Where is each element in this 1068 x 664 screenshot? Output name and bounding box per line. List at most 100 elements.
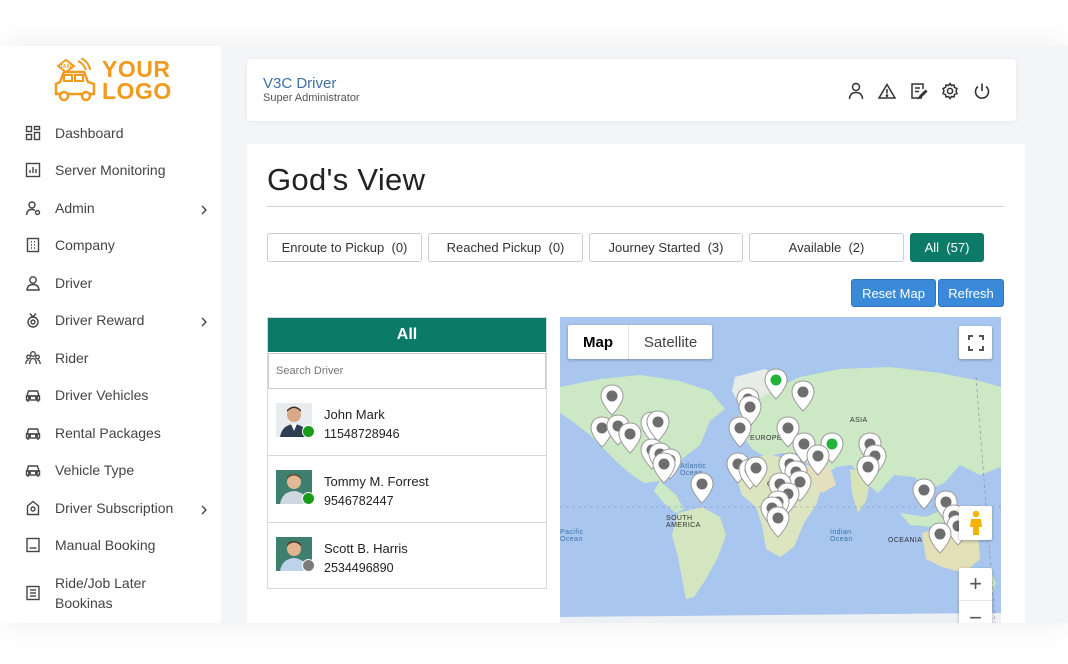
status-dot <box>302 559 315 572</box>
zoom-out-button[interactable]: − <box>959 601 992 624</box>
map-pin[interactable] <box>928 522 952 554</box>
zoom-in-button[interactable]: + <box>959 568 992 601</box>
logo-text: YOUR LOGO <box>102 58 172 104</box>
sidebar-item-label: Admin <box>55 200 95 216</box>
chevron-right-icon <box>200 202 208 220</box>
map-pin[interactable] <box>652 452 676 484</box>
filter-label: Journey Started <box>608 240 701 255</box>
booking-icon <box>24 536 42 554</box>
profile-icon[interactable] <box>846 81 866 101</box>
filter-count: (0) <box>391 240 408 255</box>
driver-row[interactable]: Scott B. Harris 2534496890 <box>268 524 546 590</box>
car-icon <box>24 386 42 404</box>
driver-phone: 11548728946 <box>324 427 400 441</box>
driver-phone: 2534496890 <box>324 561 394 575</box>
fullscreen-icon[interactable] <box>959 326 992 359</box>
refresh-button[interactable]: Refresh <box>938 279 1004 307</box>
sidebar-item-label: Rental Packages <box>55 425 161 441</box>
filter-label: All <box>924 240 940 255</box>
driver-name: Scott B. Harris <box>324 541 408 556</box>
zoom-controls: + − <box>959 568 992 623</box>
chevron-right-icon <box>200 502 208 520</box>
subscription-icon <box>24 499 42 517</box>
user-icon <box>24 274 42 292</box>
settings-icon[interactable] <box>940 81 960 101</box>
search-driver-input[interactable] <box>268 353 546 389</box>
reward-icon <box>24 311 42 329</box>
map-pin-available[interactable] <box>764 368 788 400</box>
sidebar-item-label: Dashboard <box>55 125 124 141</box>
logo-line2: LOGO <box>102 78 172 104</box>
sidebar-item-server-monitoring[interactable]: Server Monitoring <box>24 155 214 185</box>
filter-label: Available <box>788 240 842 255</box>
filter-available[interactable]: Available (2) <box>749 233 904 262</box>
app-frame: TAXI YOUR LOGO Dashboard Server Monitori… <box>0 46 1068 623</box>
map-pin[interactable] <box>856 455 880 487</box>
filter-count: (2) <box>848 240 865 255</box>
edit-icon[interactable] <box>909 81 929 101</box>
sidebar-item-rental-packages[interactable]: Rental Packages <box>24 418 214 448</box>
filter-journey-started[interactable]: Journey Started (3) <box>589 233 743 262</box>
filter-count: (3) <box>707 240 724 255</box>
sidebar-item-driver-subscription[interactable]: Driver Subscription <box>24 493 214 523</box>
alert-icon[interactable] <box>877 81 897 101</box>
filter-count: (57) <box>946 240 970 255</box>
taxi-logo-icon: TAXI <box>54 58 96 102</box>
map-type-toggle: Map Satellite <box>568 325 712 359</box>
driver-list-header: All <box>268 318 546 352</box>
sidebar-item-manual-booking[interactable]: Manual Booking <box>24 530 214 560</box>
filter-label: Enroute to Pickup <box>281 240 385 255</box>
filter-enroute-to-pickup[interactable]: Enroute to Pickup (0) <box>267 233 422 262</box>
car-icon <box>24 461 42 479</box>
admin-icon <box>24 199 42 217</box>
filter-all[interactable]: All (57) <box>910 233 984 262</box>
sidebar: TAXI YOUR LOGO Dashboard Server Monitori… <box>0 46 221 623</box>
sidebar-item-rider[interactable]: Rider <box>24 343 214 373</box>
filter-count: (0) <box>548 240 565 255</box>
street-view-pegman-icon[interactable] <box>959 506 992 540</box>
sidebar-item-driver-vehicles[interactable]: Driver Vehicles <box>24 380 214 410</box>
sidebar-item-ride-job-later[interactable]: Ride/Job Later Bookinas <box>24 573 214 613</box>
filter-reached-pickup[interactable]: Reached Pickup (0) <box>428 233 583 262</box>
sidebar-item-label-line2: Bookinas <box>55 595 113 611</box>
sidebar-item-label: Vehicle Type <box>55 462 135 478</box>
map-pin[interactable] <box>690 472 714 504</box>
map-pin[interactable] <box>806 444 830 476</box>
sidebar-item-admin[interactable]: Admin <box>24 193 214 223</box>
power-icon[interactable] <box>972 81 992 101</box>
sidebar-item-driver[interactable]: Driver <box>24 268 214 298</box>
map-pin[interactable] <box>766 506 790 538</box>
sidebar-item-label: Driver Subscription <box>55 500 174 516</box>
sidebar-item-vehicle-type[interactable]: Vehicle Type <box>24 455 214 485</box>
list-icon <box>24 584 42 602</box>
sidebar-item-dashboard[interactable]: Dashboard <box>24 118 214 148</box>
sidebar-item-label: Driver <box>55 275 93 291</box>
driver-name: Tommy M. Forrest <box>324 474 429 489</box>
sidebar-item-label: Manual Booking <box>55 537 156 553</box>
dashboard-icon <box>24 124 42 142</box>
driver-list-panel: All John Mark 11548728946 Tommy M. Forre… <box>267 317 547 589</box>
driver-phone: 9546782447 <box>324 494 394 508</box>
map-pin[interactable] <box>791 380 815 412</box>
sidebar-item-company[interactable]: Company <box>24 230 214 260</box>
logo[interactable]: TAXI YOUR LOGO <box>50 58 180 104</box>
sidebar-item-label-line1: Ride/Job Later <box>55 575 147 591</box>
map-pin[interactable] <box>618 422 642 454</box>
driver-row[interactable]: Tommy M. Forrest 9546782447 <box>268 457 546 523</box>
satellite-tab[interactable]: Satellite <box>628 325 712 359</box>
sidebar-item-driver-reward[interactable]: Driver Reward <box>24 305 214 335</box>
app-title: V3C Driver <box>263 75 337 92</box>
world-map[interactable]: ASIA EUROPE Atlantic Ocean SOUTH AMERICA I… <box>560 317 1001 623</box>
driver-name: John Mark <box>324 407 385 422</box>
main-content: God's View Enroute to Pickup (0) Reached… <box>247 144 1025 623</box>
reset-map-button[interactable]: Reset Map <box>851 279 936 307</box>
divider <box>267 206 1004 207</box>
map-pin[interactable] <box>912 478 936 510</box>
map-pin[interactable] <box>728 416 752 448</box>
filter-label: Reached Pickup <box>446 240 542 255</box>
map-pin[interactable] <box>600 384 624 416</box>
map-tab[interactable]: Map <box>568 325 628 359</box>
chart-icon <box>24 161 42 179</box>
users-icon <box>24 349 42 367</box>
driver-row[interactable]: John Mark 11548728946 <box>268 390 546 456</box>
